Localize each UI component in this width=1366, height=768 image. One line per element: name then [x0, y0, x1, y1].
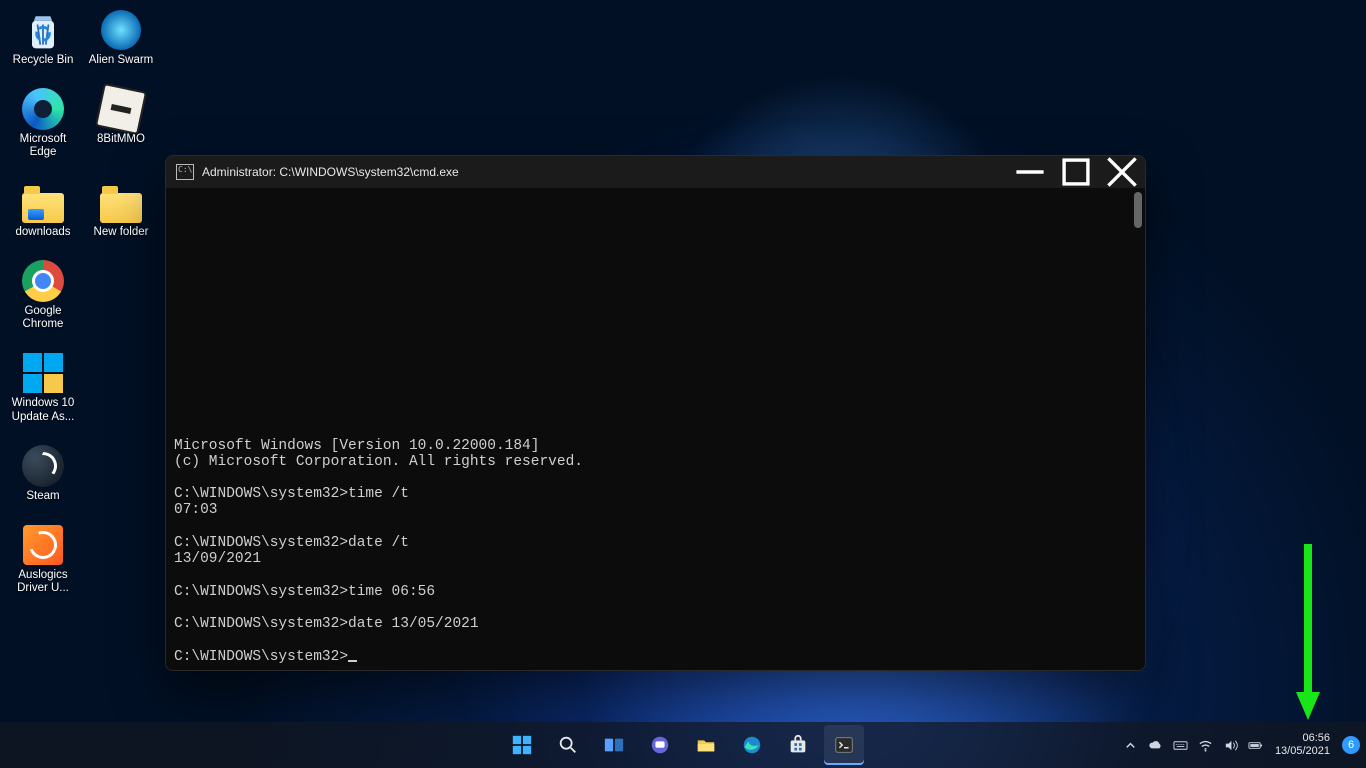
edge-button[interactable] [732, 725, 772, 765]
wifi-icon[interactable] [1198, 738, 1213, 753]
system-tray: 06:56 13/05/2021 6 [1123, 732, 1360, 757]
auslogics-icon [21, 523, 65, 567]
edge-icon [21, 87, 65, 131]
desktop-icon-windows10-update-assistant[interactable]: Windows 10 Update As... [6, 349, 80, 423]
clock[interactable]: 06:56 13/05/2021 [1273, 732, 1332, 757]
desktop-icon-label: downloads [6, 226, 80, 239]
window-titlebar[interactable]: Administrator: C:\WINDOWS\system32\cmd.e… [166, 156, 1145, 188]
recycle-bin-icon [21, 8, 65, 52]
desktop-icon-label: Microsoft Edge [6, 133, 80, 159]
command-prompt-button[interactable] [824, 725, 864, 765]
tray-overflow-icon[interactable] [1123, 738, 1138, 753]
maximize-button[interactable] [1053, 156, 1099, 188]
desktop-icon-alien-swarm[interactable]: Alien Swarm [84, 6, 158, 67]
desktop-icon-label: Windows 10 Update As... [6, 397, 80, 423]
desktop-icon-new-folder[interactable]: New folder [84, 178, 158, 239]
clock-time: 06:56 [1275, 732, 1330, 745]
folder-icon [21, 180, 65, 224]
cmd-app-icon [176, 164, 194, 180]
window-title: Administrator: C:\WINDOWS\system32\cmd.e… [202, 165, 1007, 179]
desktop-icon-label: Google Chrome [6, 305, 80, 331]
battery-icon[interactable] [1248, 738, 1263, 753]
close-button[interactable] [1099, 156, 1145, 188]
chrome-icon [21, 259, 65, 303]
terminal-output[interactable]: Microsoft Windows [Version 10.0.22000.18… [166, 188, 1145, 671]
keyboard-icon[interactable] [1173, 738, 1188, 753]
alien-swarm-icon [99, 8, 143, 52]
steam-icon [21, 444, 65, 488]
desktop-icon-steam[interactable]: Steam [6, 442, 80, 503]
chat-button[interactable] [640, 725, 680, 765]
folder-icon [99, 180, 143, 224]
window-controls [1007, 156, 1145, 188]
onedrive-icon[interactable] [1148, 738, 1163, 753]
desktop-icon-downloads[interactable]: downloads [6, 178, 80, 239]
task-view-button[interactable] [594, 725, 634, 765]
desktop-icon-auslogics-driver-updater[interactable]: Auslogics Driver U... [6, 521, 80, 595]
minimize-button[interactable] [1007, 156, 1053, 188]
desktop-icon-8bitmmo[interactable]: 8BitMMO [84, 85, 158, 159]
desktop-icon-label: Alien Swarm [84, 54, 158, 67]
notification-count: 6 [1348, 739, 1354, 751]
terminal-prompt: C:\WINDOWS\system32> [174, 649, 348, 665]
desktop-icon-google-chrome[interactable]: Google Chrome [6, 257, 80, 331]
start-button[interactable] [502, 725, 542, 765]
desktop-icon-label: Auslogics Driver U... [6, 569, 80, 595]
terminal-cursor [348, 660, 357, 662]
desktop-icon-label: Recycle Bin [6, 54, 80, 67]
desktop-icon-label: 8BitMMO [84, 133, 158, 146]
desktop-icon-microsoft-edge[interactable]: Microsoft Edge [6, 85, 80, 159]
windows-logo-icon [21, 351, 65, 395]
taskbar: 06:56 13/05/2021 6 [0, 722, 1366, 768]
desktop-icon-label: New folder [84, 226, 158, 239]
command-prompt-window[interactable]: Administrator: C:\WINDOWS\system32\cmd.e… [165, 155, 1146, 671]
desktop-icons: Recycle Bin Alien Swarm Microsoft Edge 8… [0, 0, 164, 619]
desktop-icon-label: Steam [6, 490, 80, 503]
scrollbar-thumb[interactable] [1134, 192, 1142, 228]
volume-icon[interactable] [1223, 738, 1238, 753]
search-button[interactable] [548, 725, 588, 765]
notification-center-badge[interactable]: 6 [1342, 736, 1360, 754]
desktop-icon-recycle-bin[interactable]: Recycle Bin [6, 6, 80, 67]
clock-date: 13/05/2021 [1275, 745, 1330, 758]
8bitmmo-icon [99, 87, 143, 131]
taskbar-pinned-apps [502, 725, 864, 765]
microsoft-store-button[interactable] [778, 725, 818, 765]
file-explorer-button[interactable] [686, 725, 726, 765]
